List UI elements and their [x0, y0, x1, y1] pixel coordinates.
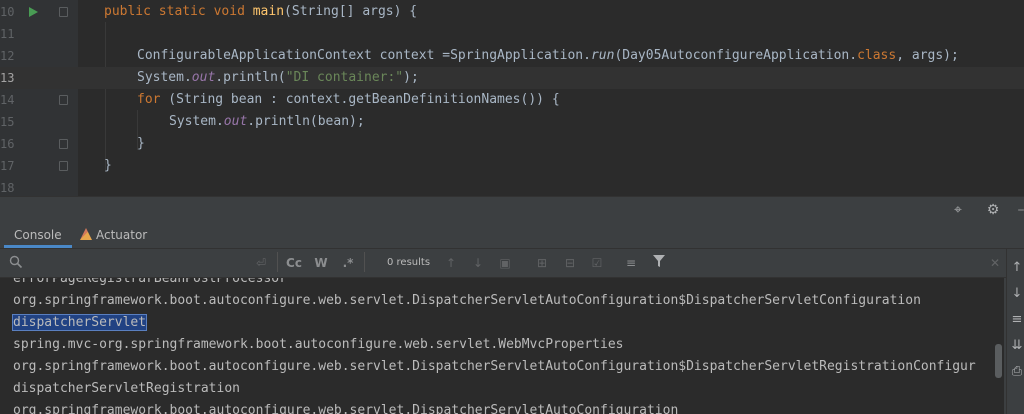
- console-line: dispatcherServletRegistration: [13, 381, 240, 396]
- code-text: System.out.println(bean);: [169, 114, 365, 129]
- code-text: }: [137, 136, 145, 151]
- tool-tabs: Console Actuator: [0, 222, 1024, 249]
- minimize-icon[interactable]: –: [1013, 202, 1024, 218]
- console-line: errorPageRegistrarBeanPostProcessor: [13, 278, 287, 286]
- run-tool-window: ⌖ ⚙ – Console Actuator ⏎ Cc W .* 0 resul…: [0, 196, 1024, 414]
- selected-text: dispatcherServlet: [11, 314, 148, 331]
- line-number: 12: [0, 49, 15, 63]
- console-line: org.springframework.boot.autoconfigure.w…: [13, 359, 976, 374]
- remove-occurrence-icon[interactable]: ⊟: [563, 255, 577, 271]
- code-line-18[interactable]: 18: [0, 177, 1024, 196]
- console-line: spring.mvc-org.springframework.boot.auto…: [13, 337, 624, 352]
- filter-lines-icon[interactable]: ≡: [624, 255, 638, 271]
- arrow-down-icon[interactable]: ↓: [471, 255, 485, 271]
- tool-window-header: ⌖ ⚙ –: [0, 196, 1024, 223]
- close-icon[interactable]: ✕: [988, 255, 1002, 271]
- search-icon[interactable]: [8, 255, 24, 271]
- code-text: }: [104, 158, 112, 173]
- line-number: 18: [0, 181, 15, 195]
- line-number: 13: [0, 71, 15, 85]
- divider: [364, 252, 365, 272]
- fold-icon[interactable]: [59, 95, 68, 105]
- soft-wrap-icon[interactable]: ≡: [1010, 313, 1024, 327]
- line-number: 10: [0, 5, 15, 19]
- code-line-10[interactable]: 10 public static void main(String[] args…: [0, 1, 1024, 23]
- tab-console[interactable]: Console: [4, 222, 72, 248]
- print-icon[interactable]: ⎙: [1010, 365, 1024, 379]
- console-line: org.springframework.boot.autoconfigure.w…: [13, 293, 921, 308]
- console-scrollbar[interactable]: [995, 344, 1002, 378]
- code-text: for (String bean : context.getBeanDefini…: [137, 92, 560, 107]
- add-occurrence-icon[interactable]: ⊞: [535, 255, 549, 271]
- line-number: 14: [0, 93, 15, 107]
- arrow-up-icon[interactable]: ↑: [1010, 261, 1024, 275]
- code-line-17[interactable]: 17 }: [0, 155, 1024, 177]
- code-line-14[interactable]: 14 for (String bean : context.getBeanDef…: [0, 89, 1024, 111]
- fold-icon[interactable]: [59, 7, 68, 17]
- code-line-16[interactable]: 16 }: [0, 133, 1024, 155]
- line-number: 15: [0, 115, 15, 129]
- code-line-13[interactable]: 13 System.out.println("DI container:");: [0, 67, 1024, 89]
- code-editor[interactable]: 10 public static void main(String[] args…: [0, 0, 1024, 196]
- console-output[interactable]: errorPageRegistrarBeanPostProcessor org.…: [0, 278, 1004, 414]
- search-input[interactable]: [30, 253, 244, 273]
- filter-icon[interactable]: [652, 255, 666, 271]
- console-line: dispatcherServlet: [11, 312, 148, 334]
- fold-icon[interactable]: [59, 139, 68, 149]
- code-text: System.out.println("DI container:");: [137, 70, 419, 85]
- line-number: 16: [0, 137, 15, 151]
- tab-label: Console: [14, 228, 62, 242]
- search-results-count: 0 results: [387, 257, 431, 268]
- new-line-icon[interactable]: ⏎: [254, 255, 268, 271]
- crosshair-icon[interactable]: ⌖: [950, 202, 966, 218]
- code-text: public static void main(String[] args) {: [104, 4, 418, 19]
- code-text: ConfigurableApplicationContext context =…: [137, 48, 959, 63]
- tab-label: Actuator: [96, 228, 148, 242]
- regex-button[interactable]: .*: [341, 255, 355, 271]
- fold-icon[interactable]: [59, 161, 68, 171]
- find-bar: ⏎ Cc W .* 0 results ↑ ↓ ▣ ⊞ ⊟ ☑ ≡ ✕: [0, 249, 1006, 278]
- gear-icon[interactable]: ⚙: [985, 202, 1001, 218]
- line-number: 11: [0, 27, 15, 41]
- select-all-icon[interactable]: ▣: [498, 255, 512, 271]
- divider: [277, 252, 278, 272]
- toggle-selection-icon[interactable]: ☑: [590, 255, 604, 271]
- line-number: 17: [0, 159, 15, 173]
- code-line-11[interactable]: 11: [0, 23, 1024, 45]
- arrow-down-icon[interactable]: ↓: [1010, 287, 1024, 301]
- console-side-toolbar: ↑ ↓ ≡ ⇊ ⎙: [1006, 249, 1024, 414]
- code-line-15[interactable]: 15 System.out.println(bean);: [0, 111, 1024, 133]
- actuator-icon: [80, 228, 92, 240]
- whole-words-button[interactable]: W: [313, 255, 329, 271]
- tab-actuator[interactable]: Actuator: [80, 222, 147, 248]
- run-gutter-icon[interactable]: [29, 7, 38, 17]
- console-line: org.springframework.boot.autoconfigure.w…: [13, 403, 679, 414]
- code-line-12[interactable]: 12 ConfigurableApplicationContext contex…: [0, 45, 1024, 67]
- match-case-button[interactable]: Cc: [286, 255, 302, 271]
- arrow-up-icon[interactable]: ↑: [444, 255, 458, 271]
- scroll-to-end-icon[interactable]: ⇊: [1010, 339, 1024, 353]
